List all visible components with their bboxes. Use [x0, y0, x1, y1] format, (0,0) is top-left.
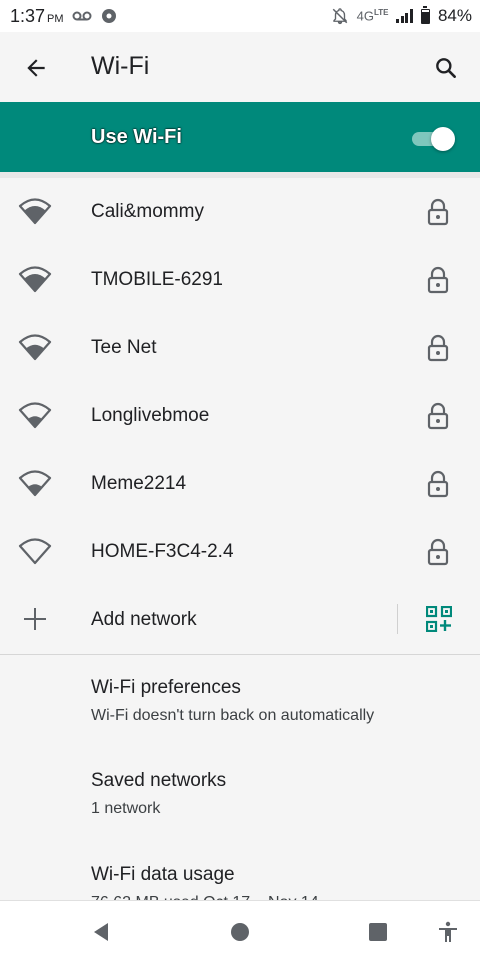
app-bar: Wi-Fi [0, 32, 480, 102]
pref-title: Wi-Fi data usage [91, 864, 235, 885]
network-name: Longlivebmoe [91, 405, 210, 426]
network-type-label: 4G [356, 8, 374, 24]
network-list: Cali&mommy TMOBILE-6291 Tee Net Longlive… [0, 178, 480, 586]
wifi-signal-icon [18, 470, 52, 497]
arrow-back-icon [27, 59, 45, 77]
nav-home-icon [231, 923, 249, 941]
add-network-label: Add network [91, 609, 197, 630]
pref-title: Wi-Fi preferences [91, 677, 241, 698]
network-name: HOME-F3C4-2.4 [91, 541, 234, 562]
use-wifi-label: Use Wi-Fi [91, 126, 182, 148]
network-name: TMOBILE-6291 [91, 269, 223, 290]
signal-strength-icon [396, 9, 413, 23]
network-item[interactable]: TMOBILE-6291 [0, 246, 480, 314]
lte-label: LTE [373, 8, 389, 18]
network-item[interactable]: Meme2214 [0, 450, 480, 518]
lock-icon [427, 538, 449, 566]
lock-icon [427, 266, 449, 294]
wifi-signal-icon [18, 538, 52, 565]
battery-percent: 84% [437, 6, 472, 25]
nav-back-icon [94, 923, 108, 941]
pref-subtitle: Wi-Fi doesn't turn back on automatically [91, 707, 375, 724]
notifications-off-icon [332, 8, 347, 25]
wifi-switch[interactable] [410, 126, 456, 151]
accessibility-icon [439, 921, 457, 942]
status-left: 1:37 PM [10, 6, 118, 27]
wifi-signal-icon [18, 334, 52, 361]
nav-home-button[interactable] [227, 919, 253, 945]
network-item[interactable]: Longlivebmoe [0, 382, 480, 450]
accessibility-button[interactable] [435, 919, 461, 945]
network-name: Tee Net [91, 337, 157, 358]
battery-icon [420, 5, 430, 24]
saved-networks-item[interactable]: Saved networks 1 network [91, 770, 471, 818]
vertical-divider [397, 604, 398, 634]
lock-icon [427, 470, 449, 498]
lock-icon [427, 402, 449, 430]
nav-recents-button[interactable] [365, 919, 391, 945]
voicemail-icon [72, 11, 92, 21]
qr-scan-icon[interactable] [426, 606, 452, 632]
nav-back-button[interactable] [88, 919, 114, 945]
section-divider [0, 654, 480, 655]
network-name: Cali&mommy [91, 201, 204, 222]
pref-title: Saved networks [91, 770, 227, 791]
network-item[interactable]: Cali&mommy [0, 178, 480, 246]
back-button[interactable] [20, 52, 52, 84]
search-icon [436, 58, 456, 78]
plus-icon [24, 608, 46, 630]
status-bar: 1:37 PM 4GLTE 84% [0, 0, 480, 32]
pref-subtitle: 1 network [91, 800, 161, 817]
network-type: 4GLTE [357, 8, 389, 23]
status-right: 4GLTE 84% [331, 5, 472, 26]
lock-icon [427, 334, 449, 362]
network-name: Meme2214 [91, 473, 187, 494]
status-ampm: PM [47, 12, 64, 25]
wifi-preferences-item[interactable]: Wi-Fi preferences Wi-Fi doesn't turn bac… [91, 677, 471, 725]
add-network-row[interactable]: Add network [0, 586, 480, 652]
wifi-signal-icon [18, 198, 52, 225]
status-time: 1:37 PM [10, 6, 64, 27]
wifi-signal-icon [18, 402, 52, 429]
search-button[interactable] [430, 52, 462, 84]
nav-recents-icon [369, 923, 387, 941]
network-item[interactable]: Tee Net [0, 314, 480, 382]
use-wifi-toggle-row[interactable]: Use Wi-Fi [0, 102, 480, 172]
status-time-value: 1:37 [10, 5, 46, 26]
network-item[interactable]: HOME-F3C4-2.4 [0, 518, 480, 586]
notification-icon [101, 9, 116, 23]
page-title: Wi-Fi [91, 52, 150, 80]
switch-thumb [431, 127, 455, 151]
lock-icon [427, 198, 449, 226]
navigation-bar [0, 900, 480, 960]
wifi-signal-icon [18, 266, 52, 293]
